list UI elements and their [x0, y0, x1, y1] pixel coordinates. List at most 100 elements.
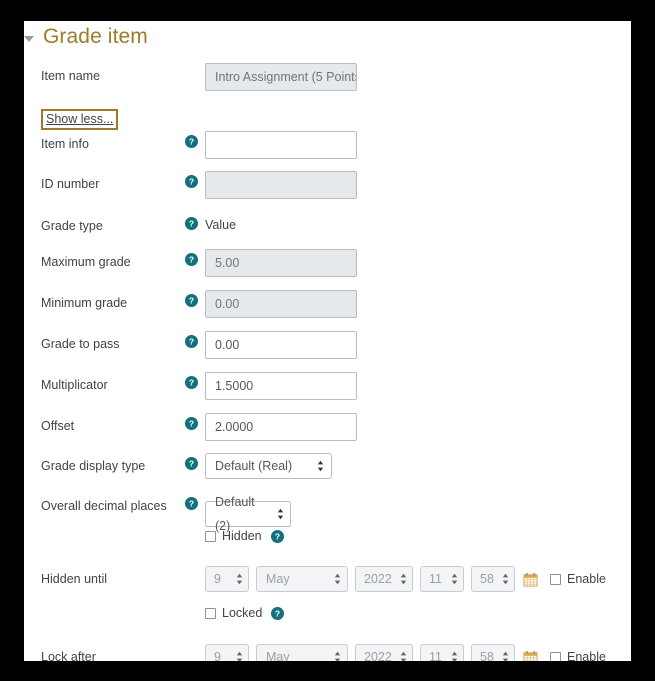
- hidden-until-month-select[interactable]: May: [256, 566, 348, 592]
- help-maximum-grade[interactable]: ?: [178, 249, 205, 266]
- lock-after-month-select[interactable]: May: [256, 644, 348, 661]
- label-maximum-grade: Maximum grade: [41, 255, 131, 269]
- hidden-until-day-select[interactable]: 9: [205, 566, 249, 592]
- help-circle-icon[interactable]: ?: [185, 376, 198, 389]
- page-title: Grade item: [43, 25, 148, 48]
- help-offset[interactable]: ?: [178, 413, 205, 430]
- minimum-grade-input[interactable]: 0.00: [205, 290, 357, 318]
- help-circle-icon[interactable]: ?: [185, 497, 198, 510]
- item-info-input[interactable]: [205, 131, 357, 159]
- hidden-until-enable-label: Enable: [567, 572, 606, 586]
- offset-input[interactable]: 2.0000: [205, 413, 357, 441]
- help-slot-empty: [178, 63, 205, 67]
- lock-after-day-value: 9: [214, 650, 221, 661]
- item-name-input[interactable]: Intro Assignment (5 Points): [205, 63, 357, 91]
- help-slot-empty: [178, 566, 205, 570]
- grade-type-value: Value: [205, 218, 237, 232]
- help-circle-icon[interactable]: ?: [185, 335, 198, 348]
- help-circle-icon[interactable]: ?: [271, 606, 285, 620]
- calendar-icon[interactable]: [523, 572, 538, 587]
- svg-text:?: ?: [189, 177, 194, 187]
- help-circle-icon[interactable]: ?: [185, 417, 198, 430]
- svg-text:?: ?: [189, 419, 194, 429]
- help-grade-display-type[interactable]: ?: [178, 453, 205, 470]
- svg-text:?: ?: [189, 255, 194, 265]
- locked-label: Locked: [222, 606, 263, 620]
- label-item-name: Item name: [41, 69, 101, 83]
- grade-display-type-select[interactable]: Default (Real): [205, 453, 332, 479]
- row-minimum-grade: Minimum grade ? 0.00: [24, 290, 631, 318]
- label-lock-after: Lock after: [41, 650, 96, 661]
- help-grade-type[interactable]: ?: [178, 213, 205, 230]
- locked-checkbox-group[interactable]: Locked ?: [205, 606, 631, 620]
- svg-text:?: ?: [189, 499, 194, 509]
- row-maximum-grade: Maximum grade ? 5.00: [24, 249, 631, 277]
- lock-after-enable-label: Enable: [567, 650, 606, 661]
- label-grade-to-pass: Grade to pass: [41, 337, 120, 351]
- hidden-until-date-group: 9 May 2022 11 58 Enable: [205, 566, 631, 592]
- hidden-until-minute-select[interactable]: 58: [471, 566, 515, 592]
- help-item-info[interactable]: ?: [178, 131, 205, 148]
- svg-text:?: ?: [189, 219, 194, 229]
- help-circle-icon[interactable]: ?: [185, 457, 198, 470]
- chevron-updown-icon: [317, 460, 324, 472]
- lock-after-year-select[interactable]: 2022: [355, 644, 413, 661]
- svg-text:?: ?: [189, 296, 194, 306]
- help-slot-empty: [178, 606, 205, 610]
- label-multiplicator: Multiplicator: [41, 378, 108, 392]
- lock-after-hour-select[interactable]: 11: [420, 644, 464, 661]
- hidden-until-minute-value: 58: [480, 572, 494, 586]
- id-number-input[interactable]: [205, 171, 357, 199]
- row-multiplicator: Multiplicator ? 1.5000: [24, 372, 631, 400]
- help-circle-icon[interactable]: ?: [185, 135, 198, 148]
- locked-checkbox[interactable]: [205, 607, 216, 619]
- svg-text:?: ?: [275, 608, 280, 618]
- hidden-checkbox[interactable]: [205, 530, 216, 542]
- hidden-until-hour-value: 11: [429, 572, 442, 586]
- label-overall-decimal-places: Overall decimal places: [41, 499, 167, 513]
- chevron-updown-icon: [400, 651, 407, 661]
- section-header[interactable]: Grade item: [24, 24, 148, 50]
- lock-after-day-select[interactable]: 9: [205, 644, 249, 661]
- lock-after-enable-checkbox[interactable]: [550, 651, 561, 661]
- hidden-until-year-select[interactable]: 2022: [355, 566, 413, 592]
- hidden-until-enable-checkbox[interactable]: [550, 573, 561, 585]
- row-hidden-until: Hidden until 9 May 2022 11 58 Enable: [24, 566, 631, 592]
- row-id-number: ID number ?: [24, 171, 631, 199]
- svg-text:?: ?: [189, 459, 194, 469]
- help-circle-icon[interactable]: ?: [185, 294, 198, 307]
- row-hidden: Hidden ?: [24, 529, 631, 543]
- help-multiplicator[interactable]: ?: [178, 372, 205, 389]
- maximum-grade-input[interactable]: 5.00: [205, 249, 357, 277]
- chevron-updown-icon: [236, 573, 243, 585]
- label-item-info: Item info: [41, 137, 89, 151]
- label-minimum-grade: Minimum grade: [41, 296, 128, 310]
- grade-to-pass-input[interactable]: 0.00: [205, 331, 357, 359]
- hidden-until-month-value: May: [266, 572, 290, 586]
- hidden-until-enable-group[interactable]: Enable: [550, 572, 606, 586]
- row-overall-decimal-places: Overall decimal places ? Default (2): [24, 493, 631, 533]
- lock-after-minute-select[interactable]: 58: [471, 644, 515, 661]
- help-circle-icon[interactable]: ?: [185, 175, 198, 188]
- show-less-link[interactable]: Show less...: [41, 109, 119, 130]
- hidden-until-hour-select[interactable]: 11: [420, 566, 464, 592]
- lock-after-year-value: 2022: [364, 650, 392, 661]
- lock-after-enable-group[interactable]: Enable: [550, 650, 606, 661]
- help-overall-decimal-places[interactable]: ?: [178, 493, 205, 510]
- help-grade-to-pass[interactable]: ?: [178, 331, 205, 348]
- help-circle-icon[interactable]: ?: [185, 253, 198, 266]
- calendar-icon[interactable]: [523, 650, 538, 662]
- help-circle-icon[interactable]: ?: [185, 217, 198, 230]
- hidden-checkbox-group[interactable]: Hidden ?: [205, 529, 631, 543]
- help-id-number[interactable]: ?: [178, 171, 205, 188]
- multiplicator-input[interactable]: 1.5000: [205, 372, 357, 400]
- row-locked: Locked ?: [24, 606, 631, 620]
- hidden-until-year-value: 2022: [364, 572, 392, 586]
- lock-after-hour-value: 11: [429, 650, 442, 661]
- caret-down-icon[interactable]: [24, 35, 34, 42]
- svg-text:?: ?: [275, 531, 280, 541]
- help-minimum-grade[interactable]: ?: [178, 290, 205, 307]
- help-circle-icon[interactable]: ?: [270, 529, 284, 543]
- overall-decimal-places-select[interactable]: Default (2): [205, 495, 291, 533]
- chevron-updown-icon: [451, 573, 458, 585]
